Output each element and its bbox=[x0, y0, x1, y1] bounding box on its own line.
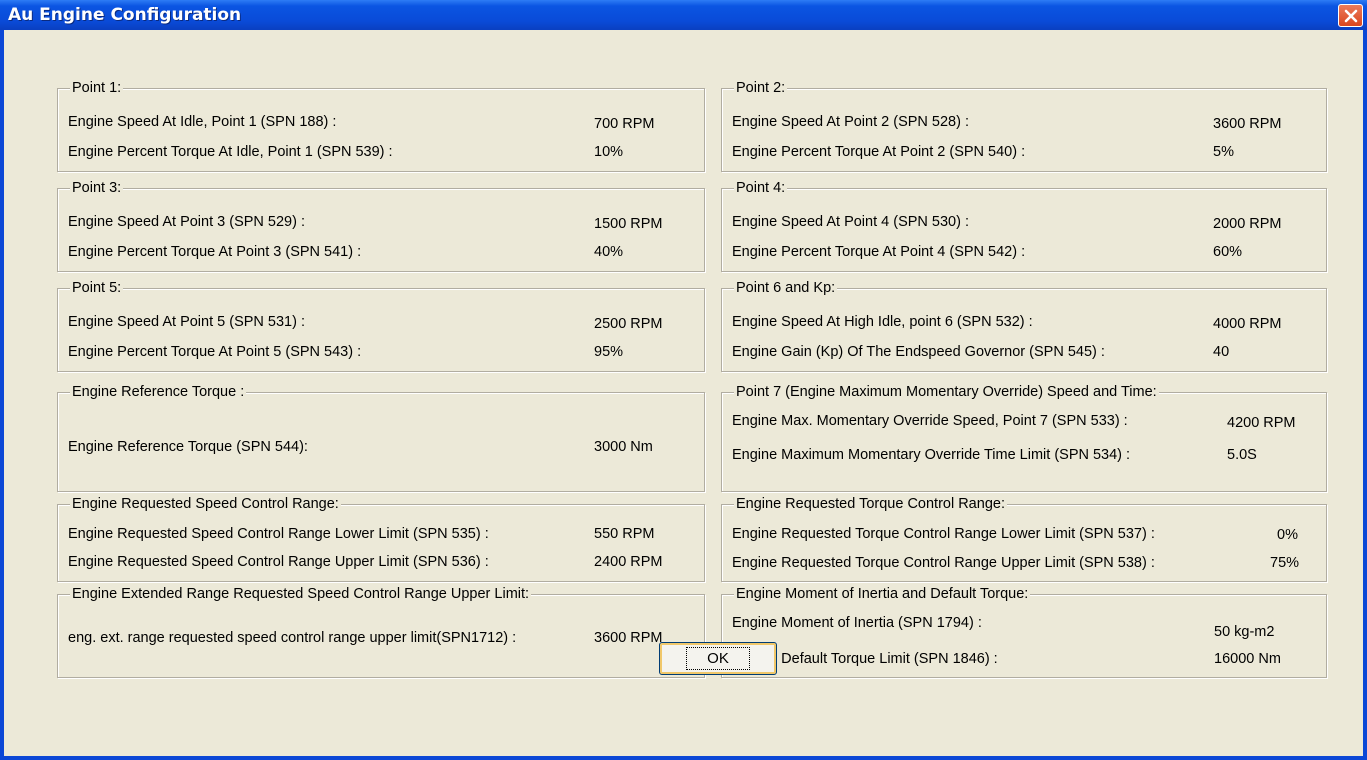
field-label: Engine Requested Speed Control Range Low… bbox=[68, 526, 489, 542]
group-legend: Engine Requested Speed Control Range: bbox=[70, 496, 341, 512]
group-legend: Point 1: bbox=[70, 80, 124, 96]
field-label: Engine Gain (Kp) Of The Endspeed Governo… bbox=[732, 344, 1105, 360]
group-legend: Point 2: bbox=[734, 80, 788, 96]
close-icon bbox=[1344, 9, 1358, 23]
group-legend: Point 7 (Engine Maximum Momentary Overri… bbox=[734, 384, 1159, 400]
group-point-1: Point 1: Engine Speed At Idle, Point 1 (… bbox=[57, 80, 705, 172]
field-value: 60% bbox=[1213, 244, 1243, 260]
group-legend: Point 5: bbox=[70, 280, 124, 296]
group-point-2: Point 2: Engine Speed At Point 2 (SPN 52… bbox=[721, 80, 1327, 172]
group-legend: Engine Requested Torque Control Range: bbox=[734, 496, 1007, 512]
field-label: Engine Percent Torque At Point 3 (SPN 54… bbox=[68, 244, 362, 260]
dialog-client: Point 1: Engine Speed At Idle, Point 1 (… bbox=[14, 30, 1357, 756]
group-extended-range: Engine Extended Range Requested Speed Co… bbox=[57, 586, 705, 678]
field-value: 3600 RPM bbox=[1213, 116, 1282, 132]
field-label: Engine Speed At High Idle, point 6 (SPN … bbox=[732, 314, 1033, 330]
field-label: Engine Percent Torque At Idle, Point 1 (… bbox=[68, 144, 393, 160]
field-value: 700 RPM bbox=[594, 116, 655, 132]
field-label: Engine Speed At Point 4 (SPN 530) : bbox=[732, 214, 969, 230]
ok-button[interactable]: OK bbox=[659, 642, 777, 675]
field-value: 50 kg-m2 bbox=[1214, 624, 1275, 640]
field-label: eng. ext. range requested speed control … bbox=[68, 630, 517, 646]
field-label: Engine Reference Torque (SPN 544): bbox=[68, 439, 308, 455]
group-legend: Point 6 and Kp: bbox=[734, 280, 838, 296]
field-label: Engine Moment of Inertia (SPN 1794) : bbox=[732, 615, 982, 631]
field-value: 550 RPM bbox=[594, 526, 655, 542]
group-point-3: Point 3: Engine Speed At Point 3 (SPN 52… bbox=[57, 180, 705, 272]
field-value: 16000 Nm bbox=[1214, 651, 1281, 667]
field-value: 40 bbox=[1213, 344, 1230, 360]
group-legend: Point 3: bbox=[70, 180, 124, 196]
group-point-6-kp: Point 6 and Kp: Engine Speed At High Idl… bbox=[721, 280, 1327, 372]
field-label: Engine Max. Momentary Override Speed, Po… bbox=[732, 413, 1128, 429]
field-value: 2400 RPM bbox=[594, 554, 663, 570]
group-legend: Point 4: bbox=[734, 180, 788, 196]
field-value: 0% bbox=[1277, 527, 1298, 543]
field-label: Engine Speed At Point 3 (SPN 529) : bbox=[68, 214, 305, 230]
group-point-7-override: Point 7 (Engine Maximum Momentary Overri… bbox=[721, 384, 1327, 492]
window-title: Au Engine Configuration bbox=[8, 5, 242, 25]
field-label: Engine Speed At Point 2 (SPN 528) : bbox=[732, 114, 969, 130]
field-value: 40% bbox=[594, 244, 624, 260]
group-legend: Engine Moment of Inertia and Default Tor… bbox=[734, 586, 1031, 602]
field-label: Engine Speed At Idle, Point 1 (SPN 188) … bbox=[68, 114, 337, 130]
field-label: Engine Speed At Point 5 (SPN 531) : bbox=[68, 314, 305, 330]
field-value: 10% bbox=[594, 144, 624, 160]
field-value: 5% bbox=[1213, 144, 1234, 160]
field-label: Engine Requested Torque Control Range Up… bbox=[732, 555, 1155, 571]
group-reference-torque: Engine Reference Torque : Engine Referen… bbox=[57, 384, 705, 492]
group-legend: Engine Extended Range Requested Speed Co… bbox=[70, 586, 532, 602]
field-label: Engine Requested Torque Control Range Lo… bbox=[732, 526, 1155, 542]
dialog-window: Au Engine Configuration Point 1: Engine … bbox=[0, 0, 1367, 760]
field-value: 3600 RPM bbox=[594, 630, 663, 646]
field-label: Engine Percent Torque At Point 4 (SPN 54… bbox=[732, 244, 1026, 260]
field-value: 4000 RPM bbox=[1213, 316, 1282, 332]
field-value: 75% bbox=[1270, 555, 1300, 571]
field-value: 2500 RPM bbox=[594, 316, 663, 332]
field-value: 95% bbox=[594, 344, 624, 360]
close-button[interactable] bbox=[1338, 4, 1363, 27]
field-label: Engine Percent Torque At Point 2 (SPN 54… bbox=[732, 144, 1026, 160]
group-legend: Engine Reference Torque : bbox=[70, 384, 247, 400]
field-value: 3000 Nm bbox=[594, 439, 653, 455]
title-bar[interactable]: Au Engine Configuration bbox=[0, 0, 1367, 30]
group-point-5: Point 5: Engine Speed At Point 5 (SPN 53… bbox=[57, 280, 705, 372]
ok-button-label: OK bbox=[686, 647, 750, 670]
field-value: 1500 RPM bbox=[594, 216, 663, 232]
group-speed-control-range: Engine Requested Speed Control Range: En… bbox=[57, 496, 705, 582]
field-label: Engine Percent Torque At Point 5 (SPN 54… bbox=[68, 344, 362, 360]
group-moment-of-inertia: Engine Moment of Inertia and Default Tor… bbox=[721, 586, 1327, 678]
group-point-4: Point 4: Engine Speed At Point 4 (SPN 53… bbox=[721, 180, 1327, 272]
field-label: Engine Requested Speed Control Range Upp… bbox=[68, 554, 489, 570]
field-label: Engine Maximum Momentary Override Time L… bbox=[732, 447, 1131, 463]
field-value: 5.0S bbox=[1227, 447, 1257, 463]
group-torque-control-range: Engine Requested Torque Control Range: E… bbox=[721, 496, 1327, 582]
field-value: 4200 RPM bbox=[1227, 415, 1296, 431]
field-value: 2000 RPM bbox=[1213, 216, 1282, 232]
